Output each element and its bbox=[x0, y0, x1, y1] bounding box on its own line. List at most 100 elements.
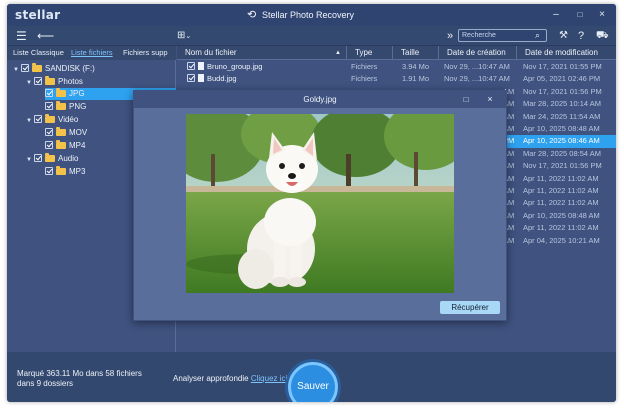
file-table-header: Nom du fichier ▲ Type Taille Date de créa… bbox=[177, 46, 616, 60]
wrench-icon[interactable]: ⚒ bbox=[559, 29, 568, 43]
tree-item-label: MP4 bbox=[69, 141, 86, 150]
status-bar: Marqué 363.11 Mo dans 58 fichiers dans 9… bbox=[7, 352, 616, 402]
table-row[interactable]: Bruno_group.jpg Fichiers 3.94 Mo Nov 29, ..… bbox=[177, 61, 616, 73]
checkbox[interactable] bbox=[45, 128, 53, 136]
file-modified: Apr 11, 2022 11:02 AM bbox=[523, 223, 599, 233]
search-icon[interactable]: ⌕ bbox=[535, 30, 540, 41]
dog-photo-graphic bbox=[186, 114, 454, 293]
folder-icon bbox=[56, 166, 66, 175]
column-header-type[interactable]: Type bbox=[347, 46, 393, 60]
checkbox[interactable] bbox=[34, 77, 42, 85]
file-modified: Apr 04, 2025 10:21 AM bbox=[523, 235, 600, 245]
file-name-cell: Budd.jpg bbox=[187, 73, 237, 85]
column-header-created[interactable]: Date de création bbox=[439, 46, 517, 60]
save-button[interactable]: Sauver bbox=[288, 362, 338, 402]
checkbox[interactable] bbox=[187, 62, 195, 70]
checkbox[interactable] bbox=[34, 115, 42, 123]
tree-item-label: MP3 bbox=[69, 167, 86, 176]
sort-up-icon: ▲ bbox=[335, 50, 341, 56]
app-window: stellar ⟲ Stellar Photo Recovery – □ × ☰… bbox=[7, 4, 616, 402]
maximize-preview-button[interactable]: □ bbox=[460, 94, 472, 105]
folder-icon bbox=[45, 114, 55, 123]
close-button[interactable]: × bbox=[595, 9, 609, 21]
collapse-icon[interactable]: ▼ bbox=[26, 115, 34, 127]
tree-item-audio[interactable]: ▼ Audio bbox=[26, 153, 78, 165]
close-preview-button[interactable]: × bbox=[484, 94, 496, 105]
minimize-button[interactable]: – bbox=[549, 9, 563, 21]
cart-icon[interactable]: ⛟ bbox=[596, 29, 609, 43]
view-grid-icon[interactable]: ⊞⌄ bbox=[177, 29, 191, 44]
file-modified: Apr 11, 2022 11:02 AM bbox=[523, 173, 599, 183]
tree-item-mp3[interactable]: MP3 bbox=[45, 166, 85, 178]
checkbox[interactable] bbox=[45, 141, 53, 149]
checkbox[interactable] bbox=[45, 89, 53, 97]
tree-item-label: JPG bbox=[69, 89, 85, 98]
deep-scan-text: Analyser approfondie bbox=[173, 374, 249, 383]
file-size: 1.91 Mo bbox=[402, 74, 430, 84]
file-modified: Nov 17, 2021 01:56 PM bbox=[523, 161, 602, 171]
toolbar: ☰ ⟵ ⊞⌄ » Recherche ⌕ ⚒ ? ⛟ bbox=[7, 26, 616, 46]
expand-more-icon[interactable]: » bbox=[447, 29, 453, 43]
folder-icon bbox=[45, 76, 55, 85]
tree-item-mov[interactable]: MOV bbox=[45, 127, 87, 139]
tree-item-video[interactable]: ▼ Vidéo bbox=[26, 114, 78, 126]
tree-item-label: PNG bbox=[69, 102, 87, 111]
menu-icon[interactable]: ☰ bbox=[16, 29, 27, 43]
file-type: Fichiers bbox=[351, 74, 378, 84]
deep-scan-link[interactable]: Cliquez ici bbox=[251, 374, 287, 383]
tab-deleted-files[interactable]: Fichiers supp bbox=[123, 48, 168, 57]
stellar-logo: stellar bbox=[15, 8, 61, 22]
tab-file-list[interactable]: Liste fichiers bbox=[71, 48, 113, 57]
collapse-icon[interactable]: ▼ bbox=[13, 64, 21, 76]
preview-dialog: Goldy.jpg □ × Récupérer bbox=[133, 90, 507, 321]
file-icon bbox=[198, 62, 204, 70]
tree-item-drive[interactable]: ▼ SANDISK (F:) bbox=[13, 63, 95, 75]
app-back-icon: ⟲ bbox=[247, 9, 257, 21]
file-name: Budd.jpg bbox=[207, 74, 237, 84]
table-row[interactable]: Budd.jpg Fichiers 1.91 Mo Nov 29, ...10:47 … bbox=[177, 73, 616, 85]
checkbox[interactable] bbox=[21, 64, 29, 72]
folder-icon bbox=[56, 88, 66, 97]
view-tabs: Liste Classique Liste fichiers Fichiers … bbox=[7, 46, 176, 60]
tree-item-label: MOV bbox=[69, 128, 88, 137]
tree-item-label: Photos bbox=[58, 77, 83, 86]
collapse-icon[interactable]: ▼ bbox=[26, 154, 34, 166]
file-modified: Nov 17, 2021 01:56 PM bbox=[523, 86, 602, 96]
maximize-button[interactable]: □ bbox=[573, 9, 587, 21]
column-header-modified[interactable]: Date de modification bbox=[517, 46, 616, 60]
file-type: Fichiers bbox=[351, 62, 378, 71]
file-modified: Mar 28, 2025 08:54 AM bbox=[523, 148, 601, 158]
recover-button[interactable]: Récupérer bbox=[440, 301, 500, 314]
file-name: Bruno_group.jpg bbox=[207, 62, 263, 71]
folder-icon bbox=[56, 140, 66, 149]
preview-image bbox=[186, 114, 454, 293]
file-modified: Apr 10, 2025 08:48 AM bbox=[523, 210, 600, 220]
file-modified: Apr 10, 2025 08:46 AM bbox=[523, 136, 600, 146]
file-modified: Mar 28, 2025 10:14 AM bbox=[523, 99, 601, 109]
back-arrow-icon[interactable]: ⟵ bbox=[37, 29, 54, 43]
help-icon[interactable]: ? bbox=[578, 29, 584, 43]
checkbox[interactable] bbox=[187, 74, 195, 83]
column-header-label: Nom du fichier bbox=[185, 48, 237, 57]
tree-item-png[interactable]: PNG bbox=[45, 101, 86, 113]
column-header-size[interactable]: Taille bbox=[393, 46, 439, 60]
file-modified: Nov 17, 2021 01:55 PM bbox=[523, 62, 602, 71]
checkbox[interactable] bbox=[45, 102, 53, 110]
collapse-icon[interactable]: ▼ bbox=[26, 77, 34, 89]
file-created: Nov 29, ...10:47 AM bbox=[444, 62, 510, 71]
file-modified: Apr 11, 2022 11:02 AM bbox=[523, 186, 599, 195]
file-created: Nov 29, ...10:47 AM bbox=[444, 74, 510, 84]
file-modified: Apr 05, 2021 02:46 PM bbox=[523, 74, 601, 84]
tree-item-photos[interactable]: ▼ Photos bbox=[26, 76, 83, 88]
folder-icon bbox=[45, 153, 55, 162]
search-input[interactable]: Recherche bbox=[458, 29, 547, 42]
checkbox[interactable] bbox=[34, 154, 42, 162]
column-header-name[interactable]: Nom du fichier ▲ bbox=[177, 46, 347, 60]
file-modified: Apr 10, 2025 08:48 AM bbox=[523, 124, 600, 133]
file-icon bbox=[198, 74, 204, 83]
tab-classic-list[interactable]: Liste Classique bbox=[13, 48, 64, 57]
title-bar: stellar ⟲ Stellar Photo Recovery – □ × bbox=[7, 4, 616, 26]
checkbox[interactable] bbox=[45, 167, 53, 175]
tree-item-label: SANDISK (F:) bbox=[45, 64, 95, 73]
tree-item-mp4[interactable]: MP4 bbox=[45, 140, 85, 152]
